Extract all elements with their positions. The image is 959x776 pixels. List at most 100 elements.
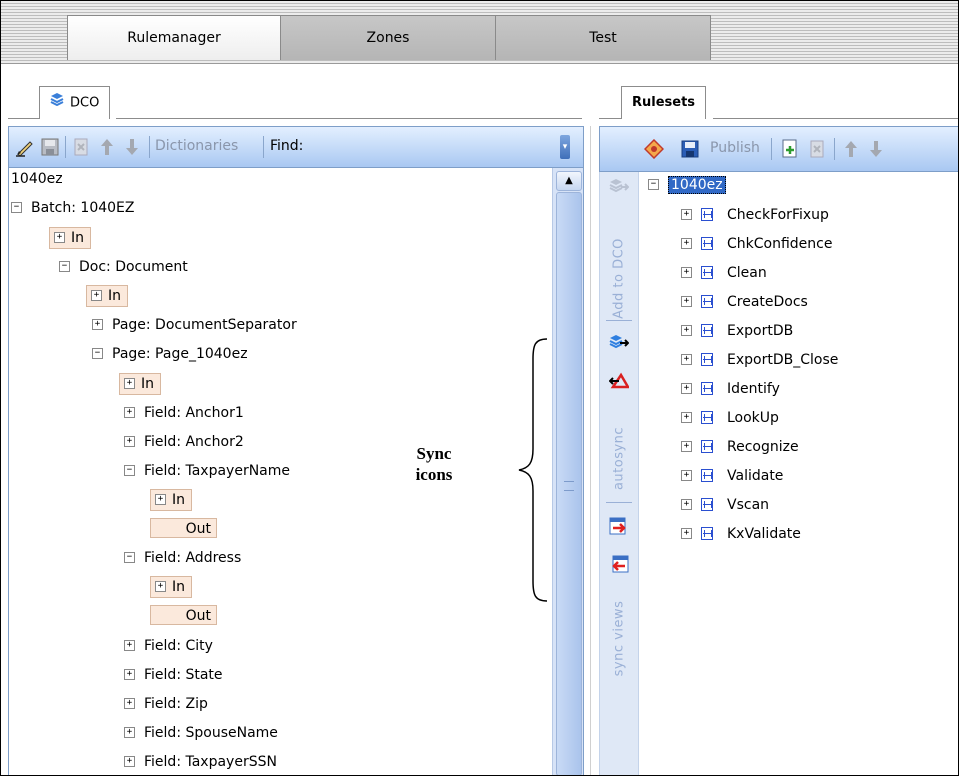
in-rule-box[interactable]: + In [49, 227, 92, 249]
vertical-scrollbar[interactable]: ▲ [552, 168, 583, 775]
expand-icon[interactable]: + [681, 498, 692, 510]
out-rule-box[interactable]: Out [150, 605, 217, 625]
expand-icon[interactable]: + [681, 295, 692, 307]
tab-rulemanager[interactable]: Rulemanager [67, 15, 281, 60]
collapse-icon[interactable]: − [11, 201, 22, 213]
collapse-icon[interactable]: − [648, 178, 659, 190]
ruleset-item[interactable]: + CreateDocs [681, 291, 808, 313]
tree-root[interactable]: −1040ez [648, 174, 726, 196]
sync-to-dco-icon[interactable] [609, 371, 629, 391]
tree-node-doc[interactable]: − Doc: Document [59, 256, 188, 278]
expand-icon[interactable]: + [681, 440, 692, 452]
ruleset-label: Vscan [727, 497, 770, 513]
save-icon[interactable] [40, 137, 60, 157]
tree-node-page[interactable]: + Page: DocumentSeparator [92, 314, 297, 336]
ruleset-item[interactable]: + Validate [681, 465, 783, 487]
expand-icon[interactable]: + [681, 382, 692, 394]
expand-icon[interactable]: + [681, 237, 692, 249]
tree-node-field[interactable]: − Field: TaxpayerName [124, 460, 290, 482]
move-down-icon[interactable] [122, 137, 142, 157]
ruleset-item[interactable]: + Identify [681, 378, 780, 400]
expand-icon[interactable]: + [124, 377, 135, 389]
toolbar-overflow-icon[interactable]: ▾ [560, 135, 570, 159]
expand-icon[interactable]: + [155, 580, 166, 592]
expand-icon[interactable]: + [124, 435, 135, 447]
tree-node-batch[interactable]: − Batch: 1040EZ [11, 197, 134, 219]
collapse-icon[interactable]: − [92, 347, 103, 359]
ruleset-item[interactable]: + ExportDB [681, 320, 793, 342]
expand-icon[interactable]: + [681, 527, 692, 539]
tree-node-field[interactable]: + Field: TaxpayerSSN [124, 751, 277, 773]
autosync-label[interactable]: autosync [612, 427, 627, 490]
in-rule-box[interactable]: + In [150, 489, 193, 511]
delete-icon[interactable] [807, 139, 827, 159]
edit-icon[interactable] [15, 137, 35, 157]
in-rule-box[interactable]: + In [86, 285, 129, 307]
tab-zones[interactable]: Zones [280, 15, 496, 60]
move-down-icon[interactable] [866, 139, 886, 159]
tree-node-field[interactable]: + Field: City [124, 635, 213, 657]
collapse-icon[interactable]: − [124, 464, 135, 476]
ruleset-item[interactable]: + ExportDB_Close [681, 349, 838, 371]
tree-node-field[interactable]: + Field: State [124, 664, 223, 686]
expand-icon[interactable]: + [124, 726, 135, 738]
dictionaries-button[interactable]: Dictionaries [155, 138, 238, 154]
expand-icon[interactable]: + [124, 639, 135, 651]
delete-icon[interactable] [71, 137, 91, 157]
expand-icon[interactable]: + [124, 697, 135, 709]
expand-icon[interactable]: + [124, 668, 135, 680]
tree-node-field[interactable]: + Field: SpouseName [124, 722, 278, 744]
diamond-icon[interactable] [644, 139, 664, 159]
move-up-icon[interactable] [97, 137, 117, 157]
out-label: Out [185, 608, 211, 624]
ruleset-item[interactable]: + Vscan [681, 494, 769, 516]
expand-icon[interactable]: + [124, 406, 135, 418]
expand-icon[interactable]: + [681, 208, 692, 220]
expand-icon[interactable]: + [91, 289, 102, 301]
tree-node-field[interactable]: + Field: Zip [124, 693, 208, 715]
expand-icon[interactable]: + [54, 231, 65, 243]
expand-icon[interactable]: + [92, 318, 103, 330]
collapse-icon[interactable]: − [59, 260, 70, 272]
in-rule-box[interactable]: + In [150, 576, 193, 598]
expand-icon[interactable]: + [155, 493, 166, 505]
expand-icon[interactable]: + [681, 324, 692, 336]
ruleset-item[interactable]: + Clean [681, 262, 767, 284]
in-label: In [141, 376, 155, 392]
move-up-icon[interactable] [841, 139, 861, 159]
scroll-up-icon[interactable]: ▲ [556, 171, 582, 191]
tab-test[interactable]: Test [495, 15, 711, 60]
sync-views-label[interactable]: sync views [612, 601, 627, 677]
tree-root[interactable]: 1040ez [11, 168, 63, 190]
tab-dco[interactable]: DCO [39, 86, 111, 119]
ruleset-item[interactable]: + ChkConfidence [681, 233, 832, 255]
tree-node-field[interactable]: + Field: Anchor1 [124, 402, 244, 424]
tree-node-page[interactable]: − Page: Page_1040ez [92, 343, 248, 365]
ruleset-item[interactable]: + Recognize [681, 436, 799, 458]
expand-icon[interactable]: + [681, 469, 692, 481]
tree-node-field[interactable]: − Field: Address [124, 547, 241, 569]
expand-icon[interactable]: + [681, 411, 692, 423]
ruleset-item[interactable]: + CheckForFixup [681, 204, 829, 226]
publish-button[interactable]: Publish [710, 140, 760, 156]
tree-node-field[interactable]: + Field: Anchor2 [124, 431, 244, 453]
ruleset-item[interactable]: + KxValidate [681, 523, 801, 545]
tree-node-label: Field: TaxpayerSSN [144, 754, 277, 770]
expand-icon[interactable]: + [124, 755, 135, 767]
expand-icon[interactable]: + [681, 353, 692, 365]
save-icon[interactable] [680, 139, 700, 159]
sync-views-left-icon[interactable] [609, 554, 629, 574]
sync-views-right-icon[interactable] [609, 516, 629, 536]
expand-icon[interactable]: + [681, 266, 692, 278]
new-ruleset-icon[interactable] [780, 139, 800, 159]
ruleset-item[interactable]: + LookUp [681, 407, 779, 429]
collapse-icon[interactable]: − [124, 551, 135, 563]
tab-rulesets[interactable]: Rulesets [621, 86, 707, 119]
in-rule-box[interactable]: + In [119, 373, 162, 395]
scrollbar-thumb[interactable] [556, 192, 582, 775]
out-rule-box[interactable]: Out [150, 518, 217, 538]
sync-to-rulesets-icon[interactable] [609, 333, 629, 353]
add-to-dco-label[interactable]: Add to DCO [612, 238, 627, 319]
add-to-dco-icon[interactable] [609, 177, 629, 197]
tree-node-label: Field: State [144, 667, 223, 683]
